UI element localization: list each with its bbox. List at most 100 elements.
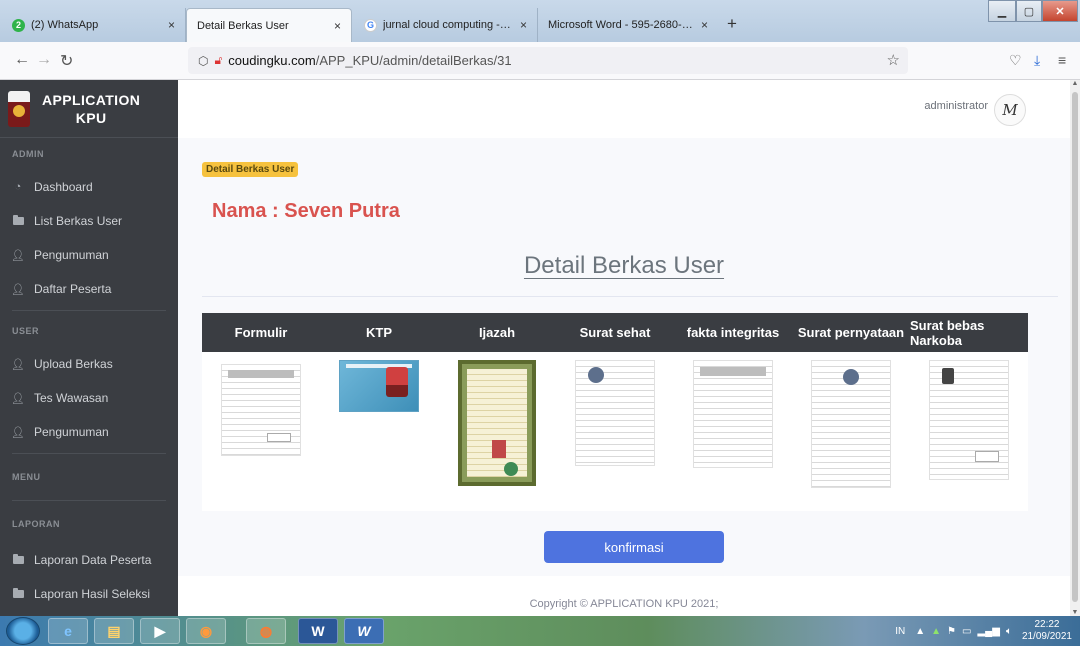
clock[interactable]: 22:22 21/09/2021 [1022,619,1072,643]
reload-icon[interactable]: ↻ [60,51,73,71]
brand[interactable]: APPLICATION KPU [0,80,178,138]
new-tab-button[interactable]: + [727,14,737,34]
word-document-icon[interactable]: W [344,618,384,644]
ijazah-document-image[interactable] [458,360,536,486]
surat-bebas-narkoba-document-image[interactable] [929,360,1009,480]
sidebar-divider [12,453,166,454]
sidebar-heading-menu: MENU [12,472,41,482]
table-cell [910,360,1028,488]
address-bar[interactable]: ⬡ 🔓︎ coudingku.com/APP_KPU/admin/detailB… [188,47,908,74]
sidebar-item-daftar-peserta[interactable]: 👤︎ Daftar Peserta [0,272,178,306]
system-tray: IN ▲ ▲ ⚑ ▭ ▂▄▆ 🔈︎ 22:22 21/09/2021 [895,616,1072,646]
battery-icon[interactable]: ▭ [962,626,971,637]
flag-icon[interactable]: ⚑ [947,626,956,637]
insecure-lock-icon: 🔓︎ [214,53,223,67]
volume-icon[interactable]: 🔈︎ [1006,626,1012,637]
sidebar-item-list-berkas-user[interactable]: List Berkas User [0,204,178,238]
tab-label: jurnal cloud computing - Penel [383,19,512,31]
forward-arrow-icon[interactable]: → [36,51,52,69]
table-cell [674,360,792,488]
tab-detail-berkas[interactable]: Detail Berkas User × [186,8,352,42]
footer: Copyright © APPLICATION KPU 2021; [178,576,1070,616]
table-cell [202,360,320,488]
language-indicator[interactable]: IN [895,626,905,637]
surat-pernyataan-document-image[interactable] [811,360,891,488]
window-close-button[interactable]: ✕ [1042,0,1078,22]
sidebar-item-pengumuman[interactable]: 👤︎ Pengumuman [0,238,178,272]
user-name[interactable]: administrator [924,100,988,112]
tab-label: Microsoft Word - 595-2680-2-CE.do [548,19,693,31]
word-icon[interactable]: W [298,618,338,644]
explorer-icon[interactable]: ▤ [94,618,134,644]
pocket-icon[interactable]: ♡ [1009,52,1022,69]
close-icon[interactable]: × [520,18,527,32]
folder-icon [12,215,24,226]
ie-icon[interactable]: e [48,618,88,644]
column-header-surat-pernyataan: Surat pernyataan [797,325,905,340]
sidebar-item-laporan-hasil-seleksi[interactable]: Laporan Hasil Seleksi [0,577,178,611]
user-icon: 👤︎ [11,392,25,405]
divider [202,296,1058,297]
network-warning-icon[interactable]: ▲ [931,626,941,637]
tab-word[interactable]: Microsoft Word - 595-2680-2-CE.do × [538,8,718,42]
table-cell [792,360,910,488]
column-header-ktp: KTP [366,325,392,340]
formulir-document-image[interactable] [221,364,301,456]
sidebar-item-pengumuman-user[interactable]: 👤︎ Pengumuman [0,415,178,449]
ktp-document-image[interactable] [339,360,419,412]
avatar[interactable]: M [994,94,1026,126]
start-button[interactable] [6,617,40,645]
chrome-icon[interactable]: ◉ [186,618,226,644]
tab-whatsapp[interactable]: 2 (2) WhatsApp × [2,8,186,42]
scroll-down-icon[interactable]: ▼ [1070,609,1080,616]
sidebar-item-label: List Berkas User [34,214,123,228]
google-icon: G [364,18,377,32]
scroll-up-icon[interactable]: ▲ [1070,80,1080,87]
tab-jurnal[interactable]: G jurnal cloud computing - Penel × [354,8,538,42]
sidebar-item-label: Laporan Hasil Seleksi [34,587,151,601]
firefox-icon[interactable]: ◍ [246,618,286,644]
sidebar-heading-laporan: LAPORAN [12,519,60,529]
sidebar-item-dashboard[interactable]: ◔ Dashboard [0,170,178,204]
konfirmasi-button[interactable]: konfirmasi [544,531,724,563]
sidebar-divider [12,310,166,311]
topbar: administrator M [178,80,1070,138]
show-hidden-icons-icon[interactable]: ▲ [915,626,925,637]
close-icon[interactable]: × [701,18,708,32]
sidebar-item-tes-wawasan[interactable]: 👤︎ Tes Wawasan [0,381,178,415]
signal-icon[interactable]: ▂▄▆ [977,626,999,637]
surat-sehat-document-image[interactable] [575,360,655,466]
sidebar-item-upload-berkas[interactable]: 👤︎ Upload Berkas [0,347,178,381]
scroll-thumb[interactable] [1072,92,1078,602]
user-icon: 👤︎ [11,283,25,296]
user-nama: Nama : Seven Putra [212,200,400,222]
user-icon: 👤︎ [11,358,25,371]
page-scrollbar[interactable]: ▲ ▼ [1070,80,1080,616]
sidebar-item-label: Tes Wawasan [34,391,109,405]
media-player-icon[interactable]: ▶ [140,618,180,644]
shield-icon: ⬡ [198,53,209,68]
sidebar-item-laporan-data-peserta[interactable]: Laporan Data Peserta [0,543,178,577]
browser-toolbar: ← → ↻ ⬡ 🔓︎ coudingku.com/APP_KPU/admin/d… [0,42,1080,80]
column-header-formulir: Formulir [234,325,288,340]
close-icon[interactable]: × [334,19,341,33]
sidebar-item-label: Dashboard [34,180,93,194]
menu-icon[interactable]: ≡ [1058,52,1066,68]
back-arrow-icon[interactable]: ← [14,51,30,69]
minimize-button[interactable]: ▁ [988,0,1016,22]
whatsapp-icon: 2 [12,18,25,32]
column-header-surat-sehat: Surat sehat [579,325,651,340]
sidebar-item-label: Laporan Data Peserta [34,553,152,567]
user-icon: 👤︎ [11,426,25,439]
folder-icon [12,554,24,565]
page-badge: Detail Berkas User [202,162,299,177]
main-content: Detail Berkas User Nama : Seven Putra De… [178,138,1070,616]
fakta-integritas-document-image[interactable] [693,360,773,468]
browser-tab-strip: 2 (2) WhatsApp × Detail Berkas User × G … [0,0,1080,42]
bookmark-star-icon[interactable]: ☆ [887,51,900,69]
sidebar-item-label: Pengumuman [34,425,109,439]
maximize-button[interactable]: ▢ [1016,0,1042,22]
close-icon[interactable]: × [168,18,175,32]
table-header: Formulir KTP Ijazah Surat sehat fakta in… [202,313,1028,352]
download-icon[interactable]: ⤓ [1034,52,1040,69]
